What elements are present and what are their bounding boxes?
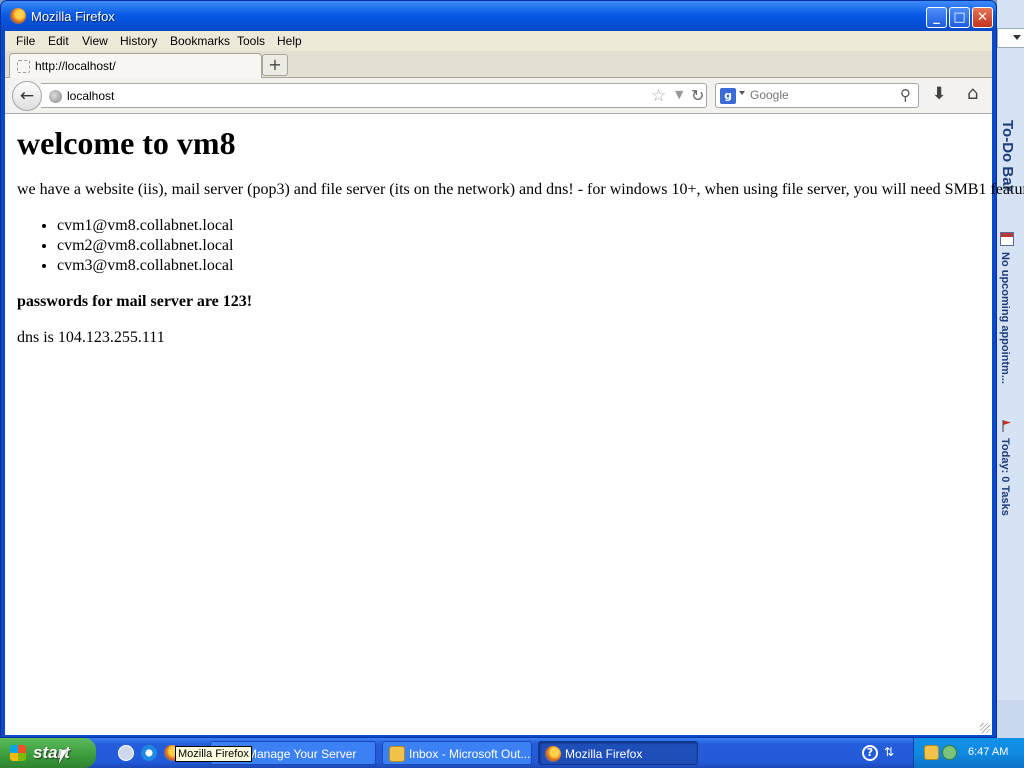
firefox-window: Mozilla Firefox _ □ ✕ File Edit View His… — [0, 0, 1024, 738]
outlook-icon — [389, 746, 405, 762]
page-favicon-icon — [17, 60, 30, 73]
email-list: cvm1@vm8.collabnet.local cvm2@vm8.collab… — [57, 217, 233, 277]
navigation-toolbar: localhost ☆ ▼ ↻ ← g ⚲ ⬇ ⌂ — [5, 78, 992, 114]
resize-grip-icon[interactable] — [980, 723, 990, 733]
menu-history[interactable]: History — [120, 34, 157, 48]
menu-bar: File Edit View History Bookmarks Tools H… — [5, 31, 992, 51]
intro-paragraph: we have a website (iis), mail server (po… — [17, 181, 1024, 198]
taskbar: start e Manage Your Server Inbox - Micro… — [0, 738, 1024, 768]
password-note: passwords for mail server are 123! — [17, 293, 253, 310]
site-identity-icon[interactable] — [49, 90, 62, 103]
windows-logo-icon — [10, 745, 26, 761]
search-bar[interactable]: g ⚲ — [715, 83, 919, 108]
network-icon[interactable]: ⇅ — [884, 745, 898, 761]
tab-strip: http://localhost/ + — [5, 51, 992, 79]
url-bar[interactable]: localhost ☆ ▼ ↻ — [41, 83, 707, 108]
download-icon[interactable]: ⬇ — [932, 84, 946, 104]
show-desktop-icon[interactable] — [118, 745, 134, 761]
mouse-cursor-icon — [58, 750, 74, 764]
security-tray-icon[interactable] — [942, 745, 957, 760]
tab-localhost[interactable]: http://localhost/ — [9, 53, 262, 79]
todo-appointments-text: No upcoming appointm... — [999, 252, 1011, 384]
start-button[interactable]: start — [0, 738, 96, 768]
maximize-button[interactable]: □ — [949, 7, 970, 28]
taskbar-item-label: Manage Your Server — [247, 747, 357, 761]
minimize-button[interactable]: _ — [926, 7, 947, 28]
tab-label: http://localhost/ — [35, 59, 116, 73]
taskbar-item-label: Inbox - Microsoft Out... — [409, 747, 531, 761]
close-button[interactable]: ✕ — [972, 7, 993, 28]
internet-explorer-icon[interactable]: e — [141, 745, 157, 761]
clock[interactable]: 6:47 AM — [968, 746, 1008, 758]
system-tray: 6:47 AM — [913, 738, 1024, 768]
page-heading: welcome to vm8 — [17, 125, 236, 161]
menu-help[interactable]: Help — [277, 34, 302, 48]
google-search-engine-icon[interactable]: g — [720, 88, 736, 104]
tooltip: Mozilla Firefox — [175, 746, 252, 762]
list-item: cvm1@vm8.collabnet.local — [57, 217, 233, 237]
menu-bookmarks[interactable]: Bookmarks — [170, 34, 230, 48]
back-button[interactable]: ← — [12, 81, 42, 111]
taskbar-item-outlook-inbox[interactable]: Inbox - Microsoft Out... — [382, 741, 532, 765]
taskbar-item-firefox[interactable]: Mozilla Firefox — [538, 741, 698, 765]
search-input[interactable] — [750, 88, 895, 102]
bookmark-star-icon[interactable]: ☆ — [651, 86, 666, 106]
outlook-dropdown[interactable] — [997, 28, 1024, 48]
title-bar[interactable]: Mozilla Firefox _ □ ✕ — [1, 1, 996, 31]
url-text[interactable]: localhost — [67, 89, 114, 103]
list-item: cvm2@vm8.collabnet.local — [57, 237, 233, 257]
firefox-logo-icon — [10, 8, 26, 24]
browser-body: File Edit View History Bookmarks Tools H… — [5, 31, 1024, 735]
taskbar-item-label: Mozilla Firefox — [565, 747, 643, 761]
chevron-down-icon — [1013, 35, 1021, 40]
menu-view[interactable]: View — [82, 34, 108, 48]
outlook-bottom-panel — [996, 700, 1024, 738]
calendar-icon — [1000, 232, 1014, 246]
flag-icon — [1002, 420, 1011, 432]
chevron-down-icon[interactable] — [739, 91, 745, 95]
reload-icon[interactable]: ↻ — [691, 86, 704, 105]
todo-tasks-text: Today: 0 Tasks — [999, 438, 1011, 516]
help-icon[interactable]: ? — [862, 745, 878, 761]
home-icon[interactable]: ⌂ — [967, 83, 978, 104]
search-icon[interactable]: ⚲ — [900, 86, 911, 104]
history-dropdown-icon[interactable]: ▼ — [675, 88, 683, 101]
menu-file[interactable]: File — [16, 34, 35, 48]
list-item: cvm3@vm8.collabnet.local — [57, 257, 233, 277]
menu-edit[interactable]: Edit — [48, 34, 69, 48]
menu-tools[interactable]: Tools — [237, 34, 265, 48]
page-content: welcome to vm8 we have a website (iis), … — [5, 115, 1024, 735]
dns-note: dns is 104.123.255.111 — [17, 329, 165, 346]
outlook-tray-icon[interactable] — [924, 745, 939, 760]
new-tab-button[interactable]: + — [262, 54, 288, 76]
outlook-background-window: To-Do Bar No upcoming appointm... Today:… — [996, 0, 1024, 738]
firefox-icon — [545, 746, 561, 762]
window-title: Mozilla Firefox — [31, 9, 115, 24]
